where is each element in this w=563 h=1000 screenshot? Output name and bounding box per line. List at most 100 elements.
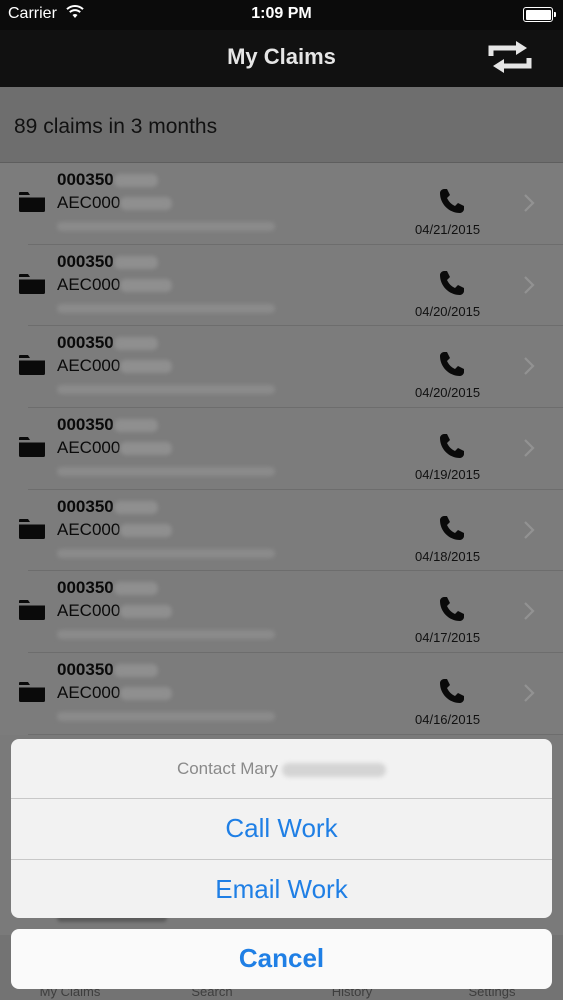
redacted-text — [120, 687, 173, 701]
redacted-text — [282, 762, 387, 777]
claim-number: 000350 — [57, 497, 158, 517]
phone-icon[interactable] — [438, 187, 466, 215]
action-sheet-title-text: Contact Mary — [176, 759, 279, 778]
account-number-text: AEC000 — [57, 601, 121, 621]
folder-icon — [19, 355, 45, 376]
redacted-text — [113, 582, 158, 596]
redacted-client-name — [57, 467, 275, 477]
redacted-text — [113, 255, 158, 269]
chevron-right-icon — [524, 684, 535, 702]
claims-count-label: 89 claims in 3 months — [14, 115, 218, 138]
cancel-button[interactable]: Cancel — [11, 929, 552, 989]
claim-row[interactable]: 000350 AEC000 04/20/2015 — [0, 326, 563, 409]
redacted-text — [120, 605, 173, 619]
page-title: My Claims — [227, 44, 336, 69]
claim-number: 000350 — [57, 252, 158, 272]
claim-row[interactable]: 000350 AEC000 04/18/2015 — [0, 489, 563, 572]
redacted-text — [113, 664, 158, 678]
folder-icon — [19, 192, 45, 212]
claims-summary: 89 claims in 3 months — [0, 87, 563, 163]
claim-number: 000350 — [57, 578, 158, 598]
claim-number-text: 000350 — [57, 660, 114, 680]
action-sheet: Contact Mary Call Work Email Work — [11, 739, 552, 918]
account-number: AEC000 — [57, 356, 173, 376]
claim-number-text: 000350 — [57, 251, 114, 271]
claim-row[interactable]: 000350 AEC000 04/16/2015 — [0, 653, 563, 735]
chevron-right-icon — [524, 602, 535, 621]
row-divider — [28, 733, 563, 735]
claim-date: 04/19/2015 — [415, 467, 481, 483]
account-number-text: AEC000 — [57, 519, 121, 539]
account-number-text: AEC000 — [57, 438, 121, 458]
account-number: AEC000 — [57, 438, 173, 458]
folder-icon — [19, 518, 45, 539]
phone-icon[interactable] — [438, 595, 466, 623]
claim-number: 000350 — [57, 333, 158, 353]
navigation-bar: My Claims — [0, 30, 563, 87]
folder-icon — [19, 273, 45, 294]
folder-icon — [19, 682, 45, 703]
redacted-text — [120, 442, 173, 456]
action-sheet-title: Contact Mary — [11, 739, 552, 799]
claim-number: 000350 — [57, 170, 158, 190]
claim-number-text: 000350 — [57, 333, 114, 353]
redacted-text — [113, 419, 158, 433]
redacted-client-name — [57, 548, 275, 558]
redacted-text — [113, 174, 158, 188]
phone-icon[interactable] — [438, 269, 466, 297]
claim-date: 04/18/2015 — [415, 548, 481, 564]
redacted-text — [120, 523, 173, 537]
call-work-button[interactable]: Call Work — [11, 799, 552, 859]
account-number-text: AEC000 — [57, 193, 121, 212]
redacted-client-name — [57, 630, 275, 640]
claim-row[interactable]: 000350 AEC000 04/21/2015 — [0, 163, 563, 245]
email-work-button[interactable]: Email Work — [11, 859, 552, 918]
redacted-client-name — [57, 712, 275, 722]
redacted-text — [120, 197, 173, 211]
claim-number-text: 000350 — [57, 170, 114, 189]
redacted-text — [113, 337, 158, 351]
phone-icon[interactable] — [438, 350, 466, 378]
redacted-text — [120, 360, 173, 374]
chevron-right-icon — [524, 194, 535, 212]
claim-row[interactable]: 000350 AEC000 04/17/2015 — [0, 571, 563, 654]
refresh-icon[interactable] — [487, 40, 533, 74]
redacted-client-name — [57, 222, 275, 231]
phone-icon[interactable] — [438, 677, 466, 705]
account-number: AEC000 — [57, 519, 173, 540]
claim-date: 04/17/2015 — [415, 630, 481, 646]
account-number-text: AEC000 — [57, 683, 121, 703]
claims-list: 000350 AEC000 04/21/2015 000350 AEC000 0… — [0, 163, 563, 735]
claim-date: 04/16/2015 — [415, 712, 481, 728]
claim-number-text: 000350 — [57, 578, 114, 598]
chevron-right-icon — [524, 520, 535, 539]
account-number-text: AEC000 — [57, 274, 121, 294]
redacted-text — [120, 278, 173, 292]
phone-icon[interactable] — [438, 514, 466, 542]
claim-number-text: 000350 — [57, 496, 114, 516]
redacted-client-name — [57, 385, 275, 395]
account-number: AEC000 — [57, 683, 173, 703]
claim-date: 04/20/2015 — [415, 385, 481, 401]
redacted-text — [113, 500, 158, 514]
claim-row[interactable]: 000350 AEC000 04/20/2015 — [0, 244, 563, 327]
status-bar: Carrier 1:09 PM — [0, 0, 563, 30]
battery-icon — [523, 7, 556, 22]
folder-icon — [19, 437, 45, 458]
claim-number: 000350 — [57, 415, 158, 435]
folder-icon — [19, 600, 45, 621]
claim-date: 04/21/2015 — [415, 222, 481, 237]
redacted-client-name — [57, 303, 275, 313]
account-number: AEC000 — [57, 193, 173, 213]
chevron-right-icon — [524, 439, 535, 457]
account-number-text: AEC000 — [57, 356, 121, 376]
clock: 1:09 PM — [251, 5, 312, 22]
account-number: AEC000 — [57, 601, 173, 621]
account-number: AEC000 — [57, 274, 173, 295]
claim-date: 04/20/2015 — [415, 303, 481, 319]
claim-number-text: 000350 — [57, 415, 114, 435]
phone-icon[interactable] — [438, 432, 466, 460]
claim-number: 000350 — [57, 660, 158, 680]
claim-row[interactable]: 000350 AEC000 04/19/2015 — [0, 408, 563, 490]
chevron-right-icon — [524, 275, 535, 294]
